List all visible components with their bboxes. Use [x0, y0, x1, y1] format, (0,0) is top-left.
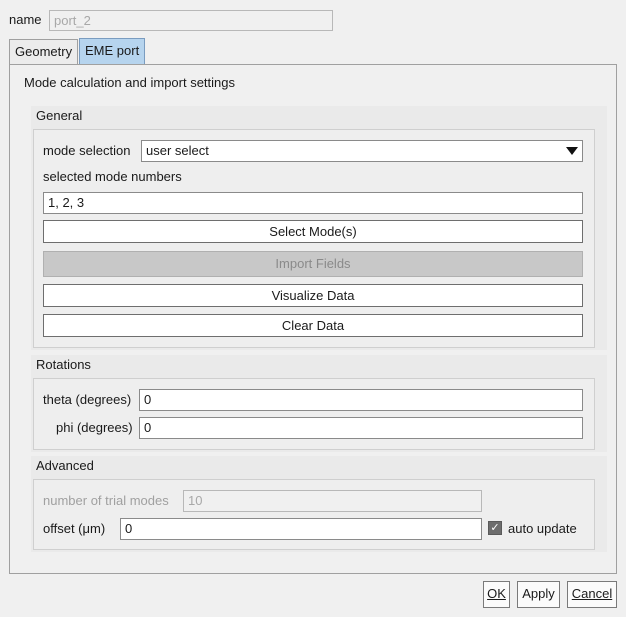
tab-geometry[interactable]: Geometry: [9, 39, 79, 64]
clear-data-button[interactable]: Clear Data: [43, 314, 583, 337]
name-field[interactable]: port_2: [49, 10, 333, 31]
offset-field[interactable]: 0: [120, 518, 482, 540]
select-modes-button[interactable]: Select Mode(s): [43, 220, 583, 243]
offset-label: offset (μm): [43, 521, 106, 536]
name-label: name: [9, 12, 42, 27]
advanced-title: Advanced: [36, 458, 94, 473]
cancel-button[interactable]: Cancel: [567, 581, 617, 608]
chevron-down-icon: [566, 147, 578, 155]
ok-button[interactable]: OK: [483, 581, 510, 608]
trial-modes-label: number of trial modes: [43, 493, 169, 508]
rotations-title: Rotations: [36, 357, 91, 372]
theta-field[interactable]: 0: [139, 389, 583, 411]
panel-title: Mode calculation and import settings: [24, 75, 236, 90]
mode-selection-value: user select: [146, 143, 209, 158]
mode-selection-label: mode selection: [43, 143, 131, 158]
theta-label: theta (degrees): [43, 392, 132, 407]
cancel-button-label: Cancel: [571, 586, 613, 601]
ok-button-label: OK: [487, 586, 506, 601]
auto-update-label: auto update: [508, 521, 577, 536]
phi-label: phi (degrees): [56, 420, 133, 435]
visualize-data-button[interactable]: Visualize Data: [43, 284, 583, 307]
auto-update-checkbox[interactable]: ✓: [488, 521, 502, 535]
phi-field[interactable]: 0: [139, 417, 583, 439]
general-title: General: [36, 108, 83, 123]
mode-selection-dropdown[interactable]: user select: [141, 140, 583, 162]
apply-button[interactable]: Apply: [517, 581, 560, 608]
trial-modes-field[interactable]: 10: [183, 490, 482, 512]
import-fields-button[interactable]: Import Fields: [43, 251, 583, 277]
apply-button-label: Apply: [522, 586, 555, 601]
selected-modes-field[interactable]: 1, 2, 3: [43, 192, 583, 214]
tab-eme-port[interactable]: EME port: [79, 38, 146, 64]
selected-modes-label: selected mode numbers: [43, 169, 182, 184]
